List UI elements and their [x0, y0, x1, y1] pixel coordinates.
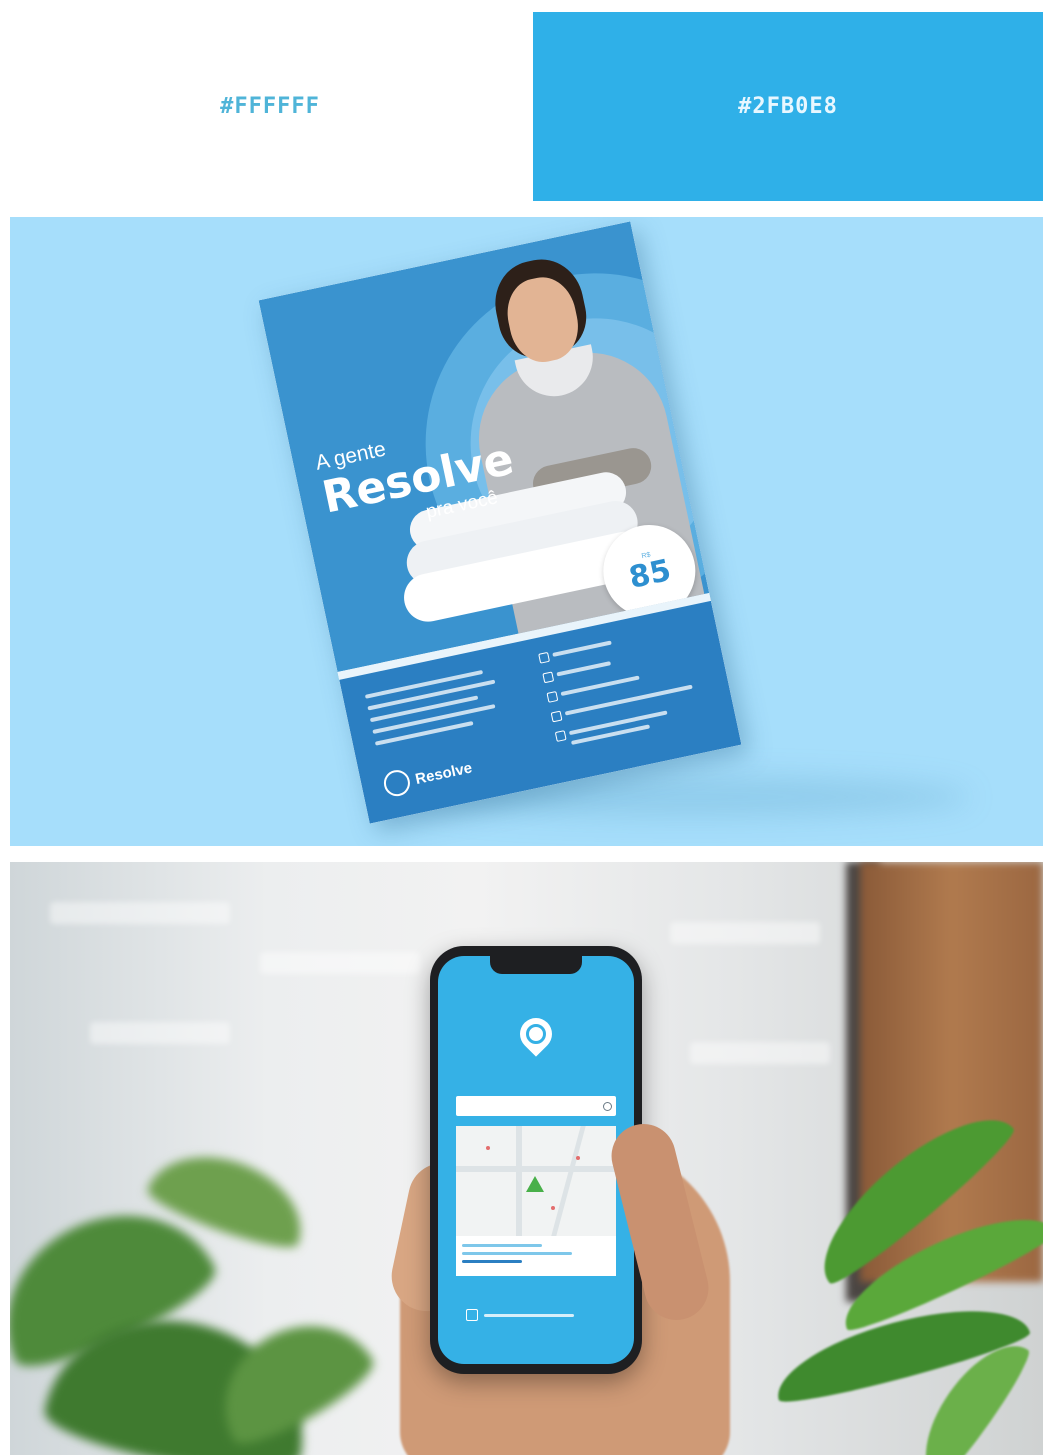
app-logo-pin-icon [513, 1011, 559, 1057]
map-marker-dot [486, 1146, 490, 1150]
app-footer-text-line [484, 1313, 574, 1317]
location-icon [554, 730, 567, 742]
app-card-text-line [462, 1252, 572, 1255]
smartphone [430, 946, 642, 1374]
flyer-text-line [374, 721, 474, 746]
instagram-icon [546, 690, 559, 703]
swatch-blue: #2FB0E8 [533, 12, 1043, 201]
swatch-white: #FFFFFF [10, 12, 530, 201]
price-value: 85 [625, 552, 675, 596]
wall-brick [260, 952, 420, 974]
wall-brick [670, 922, 820, 944]
search-icon [603, 1101, 612, 1111]
app-map[interactable] [456, 1126, 616, 1236]
app-card-link-line [462, 1260, 522, 1263]
app-footer [466, 1309, 574, 1321]
phone-mockup-panel [10, 862, 1043, 1455]
app-logo-ring [521, 1019, 551, 1049]
flyer-mockup-panel: A gente Resolve pra você R$ 85 Resolve [10, 217, 1043, 846]
flyer-brand-name: Resolve [413, 758, 474, 788]
phone-icon [538, 651, 551, 664]
flyer-contact-line [556, 661, 612, 677]
phone-notch [490, 956, 582, 974]
map-road [456, 1166, 616, 1172]
flyer-logo: Resolve [381, 754, 475, 799]
map-marker-dot [551, 1206, 555, 1210]
app-card-text-line [462, 1244, 542, 1247]
map-road [551, 1126, 586, 1236]
app-search-field[interactable] [456, 1096, 616, 1116]
app-screen [438, 956, 634, 1364]
flyer-contact-line [552, 640, 612, 657]
whatsapp-icon [542, 671, 555, 684]
wall-brick [50, 902, 230, 924]
flyer-photo-area: A gente Resolve pra você R$ 85 [258, 221, 710, 673]
wall-brick [690, 1042, 830, 1064]
web-icon [550, 710, 563, 723]
map-marker-dot [576, 1156, 580, 1160]
map-pin-icon [526, 1176, 544, 1192]
swatch-blue-label: #2FB0E8 [738, 94, 838, 119]
flyer: A gente Resolve pra você R$ 85 Resolve [258, 221, 742, 824]
swatch-white-label: #FFFFFF [220, 94, 320, 119]
wall-brick [90, 1022, 230, 1044]
app-result-card[interactable] [456, 1236, 616, 1276]
brand-logo-icon [381, 767, 413, 799]
flyer-contact-line [560, 675, 640, 697]
map-road [516, 1126, 522, 1236]
instagram-icon [466, 1309, 478, 1321]
